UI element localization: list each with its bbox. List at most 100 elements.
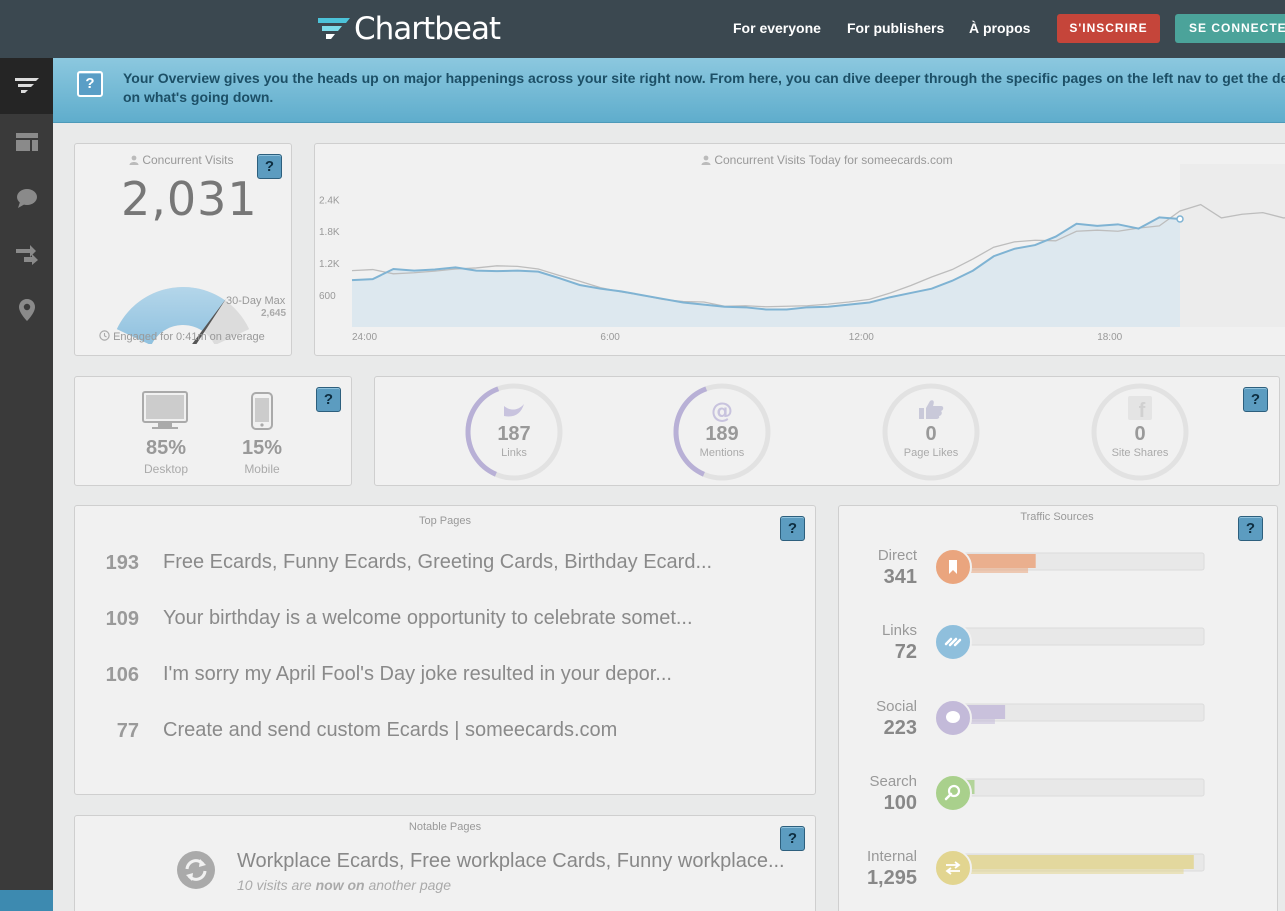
- traffic-source-badge: [934, 849, 972, 887]
- sidebar-item-overview[interactable]: [0, 58, 53, 114]
- concurrent-help-button[interactable]: ?: [257, 154, 282, 179]
- social-panel: ? @ f 187 Links 189 Mentions 0 Page Likes…: [374, 376, 1280, 486]
- traffic-bar-track: [948, 627, 1205, 646]
- overview-icon: [14, 78, 39, 93]
- traffic-value: 1,295: [866, 867, 917, 889]
- today-area: [352, 217, 1180, 327]
- top-pages-panel: Top Pages ? 193 Free Ecards, Funny Ecard…: [74, 505, 816, 795]
- traffic-label: Social: [876, 698, 917, 715]
- traffic-value: 341: [883, 566, 917, 588]
- y-tick-label: 1.2K: [319, 259, 340, 270]
- top-page-title[interactable]: I'm sorry my April Fool's Day joke resul…: [163, 663, 672, 686]
- chartbeat-logo-icon: [318, 18, 350, 39]
- traffic-value: 100: [883, 792, 917, 814]
- twitter-icon: [504, 404, 524, 417]
- traffic-value: 72: [894, 641, 917, 663]
- chat-bubble-icon: [16, 189, 37, 208]
- y-tick-label: 1.8K: [319, 227, 340, 238]
- social-mentions-label: Mentions: [699, 447, 745, 459]
- traffic-label: Search: [869, 773, 917, 790]
- social-links-value: 187: [497, 423, 531, 445]
- clock-icon: [99, 330, 110, 341]
- desktop-label: Desktop: [143, 462, 189, 476]
- mobile-percent: 15%: [241, 437, 283, 459]
- top-bar: Chartbeat For everyone For publishers À …: [0, 0, 1285, 58]
- traffic-bar-track: [948, 778, 1205, 797]
- concurrent-today-chart: 600 1.2K 1.8K 2.4K 24:00 6:00 12:00 18:00: [319, 164, 1285, 343]
- traffic-bar-fill: [949, 855, 1194, 869]
- sidebar-item-geo[interactable]: [0, 282, 53, 338]
- nav-about[interactable]: À propos: [969, 20, 1030, 36]
- sidebar-item-social[interactable]: [0, 170, 53, 226]
- future-region: [1180, 164, 1285, 327]
- at-icon: @: [711, 399, 733, 424]
- notable-page-subtitle: 10 visits are now on another page: [237, 877, 451, 893]
- top-pages-title: Top Pages: [419, 515, 471, 527]
- social-site-shares-value: 0: [1134, 423, 1146, 445]
- top-page-title[interactable]: Create and send custom Ecards | someecar…: [163, 719, 617, 742]
- y-tick-label: 2.4K: [319, 195, 340, 206]
- traffic-value: 223: [883, 717, 917, 739]
- concurrent-visits-value: 2,031: [121, 172, 258, 226]
- social-page-likes-value: 0: [925, 423, 937, 445]
- person-icon: [129, 155, 139, 165]
- chat-icon: [946, 711, 960, 723]
- social-links-label: Links: [501, 447, 527, 459]
- banner-help-button[interactable]: ?: [77, 71, 103, 97]
- traffic-label: Links: [881, 622, 917, 639]
- desktop-percent: 85%: [145, 437, 187, 459]
- sidebar-item-traffic[interactable]: [0, 226, 53, 282]
- concurrent-today-panel: Concurrent Visits Today for someecards.c…: [314, 143, 1285, 356]
- layout-icon: [15, 133, 38, 151]
- top-page-title[interactable]: Free Ecards, Funny Ecards, Greeting Card…: [163, 551, 712, 574]
- current-point: [1176, 215, 1184, 223]
- traffic-source-badge: [934, 774, 972, 812]
- top-page-count: 106: [105, 664, 139, 686]
- concurrent-visits-panel: Concurrent Visits ? 2,031 30-Day Max 2,6…: [74, 143, 292, 356]
- sidebar: [0, 58, 53, 911]
- logo[interactable]: Chartbeat: [316, 11, 501, 47]
- engaged-time: Engaged for 0:41m on average: [99, 330, 265, 343]
- notable-pages-help-button[interactable]: ?: [780, 826, 805, 851]
- x-tick-label: 18:00: [1097, 332, 1122, 343]
- y-tick-label: 600: [319, 291, 336, 302]
- social-page-likes-label: Page Likes: [903, 447, 959, 459]
- nav-for-everyone[interactable]: For everyone: [733, 20, 821, 36]
- social-site-shares-label: Site Shares: [1111, 447, 1169, 459]
- devices-help-button[interactable]: ?: [316, 387, 341, 412]
- x-tick-label: 12:00: [849, 332, 874, 343]
- desktop-icon: [142, 391, 188, 429]
- notable-pages-panel: Notable Pages ? Workplace Ecards, Free w…: [74, 815, 816, 911]
- facebook-glyph: f: [1139, 400, 1146, 422]
- top-page-count: 77: [116, 720, 139, 742]
- signup-button[interactable]: S'INSCRIRE: [1057, 14, 1160, 43]
- top-pages-help-button[interactable]: ?: [780, 516, 805, 541]
- login-button[interactable]: SE CONNECTER: [1175, 14, 1285, 43]
- mobile-icon: [251, 392, 273, 430]
- sidebar-item-pages[interactable]: [0, 114, 53, 170]
- x-tick-label: 24:00: [352, 332, 377, 343]
- social-mentions-value: 189: [705, 423, 739, 445]
- top-page-count: 193: [105, 552, 139, 574]
- devices-panel: ? 85% Desktop 15% Mobile: [74, 376, 352, 486]
- concurrent-gauge: [116, 287, 250, 344]
- traffic-sources-panel: Traffic Sources ? Direct 341 Links 72 So…: [838, 505, 1278, 911]
- banner-text: Your Overview gives you the heads up on …: [123, 70, 1285, 105]
- concurrent-visits-title: Concurrent Visits: [129, 153, 234, 167]
- sidebar-bottom-tab[interactable]: [0, 890, 53, 911]
- max-label: 30-Day Max: [226, 295, 286, 307]
- top-page-title[interactable]: Your birthday is a welcome opportunity t…: [163, 607, 693, 630]
- refresh-icon: [177, 851, 215, 889]
- map-pin-icon: [18, 299, 35, 321]
- notable-page-title[interactable]: Workplace Ecards, Free workplace Cards, …: [237, 850, 785, 873]
- x-tick-label: 6:00: [600, 332, 620, 343]
- mobile-label: Mobile: [244, 462, 280, 476]
- traffic-label: Internal: [866, 848, 917, 865]
- traffic-label: Direct: [877, 547, 917, 564]
- logo-text: Chartbeat: [354, 11, 501, 47]
- traffic-bar-prev: [949, 869, 1184, 874]
- top-page-count: 109: [105, 608, 139, 630]
- nav-for-publishers[interactable]: For publishers: [847, 20, 944, 36]
- arrows-icon: [15, 245, 38, 265]
- thumbs-up-icon: [919, 400, 944, 419]
